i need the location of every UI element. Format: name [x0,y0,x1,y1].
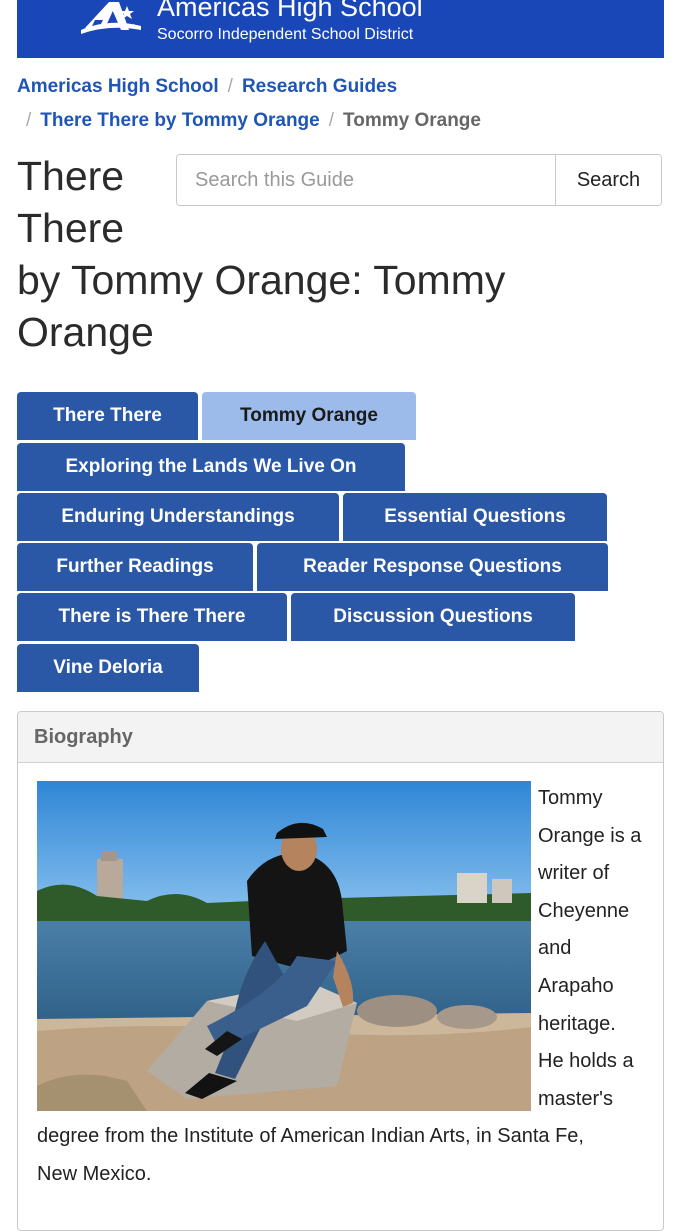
bio-line: Arapaho [538,974,614,997]
tab-there-is-there-there[interactable]: There is There There [17,593,287,641]
breadcrumb-separator: / [227,76,233,97]
bio-text-right: Tommy Orange is a writer of Cheyenne and… [531,780,656,1118]
tab-essential-questions[interactable]: Essential Questions [343,493,607,541]
bio-line: writer of [538,862,610,885]
tab-reader-response-questions[interactable]: Reader Response Questions [257,543,608,591]
search-button[interactable]: Search [555,155,661,205]
breadcrumb-link-school[interactable]: Americas High School [17,76,219,97]
breadcrumb-link-guide[interactable]: There There by Tommy Orange [40,110,319,131]
bio-line: master's [538,1087,613,1110]
site-banner: Americas High School Socorro Independent… [17,0,664,58]
tab-discussion-questions[interactable]: Discussion Questions [291,593,575,641]
biography-panel: Biography Tommy Orange is a writer of Ch… [17,711,664,1231]
bio-line: Tommy [538,787,603,809]
bio-line: degree from the Institute of American In… [37,1125,584,1147]
tab-vine-deloria[interactable]: Vine Deloria [17,644,199,692]
breadcrumb-link-research-guides[interactable]: Research Guides [242,76,397,97]
tab-tommy-orange[interactable]: Tommy Orange [202,392,416,440]
search-input[interactable] [177,155,555,205]
bio-line: Cheyenne [538,899,630,922]
bio-line: Orange is a [538,824,642,847]
breadcrumb-separator: / [26,110,32,131]
tab-further-readings[interactable]: Further Readings [17,543,253,591]
district-name: Socorro Independent School District [157,26,414,43]
author-photo [37,781,531,1111]
bio-text-bottom: degree from the Institute of American In… [37,1118,647,1193]
tab-there-there[interactable]: There There [17,392,198,440]
tab-enduring-understandings[interactable]: Enduring Understandings [17,493,339,541]
bio-line: and [538,937,572,960]
breadcrumb-current: Tommy Orange [343,110,481,131]
bio-line: New Mexico. [37,1162,152,1185]
tab-exploring-the-lands[interactable]: Exploring the Lands We Live On [17,443,405,491]
biography-heading: Biography [18,712,663,763]
school-name[interactable]: Americas High School [157,0,423,23]
page-title-line-1: There There [17,153,125,251]
breadcrumb: Americas High School / Research Guides / Th… [17,70,677,138]
breadcrumb-separator: / [328,110,335,131]
page-title-line-2: by Tommy Orange: Tommy Orange [17,257,506,355]
school-logo-icon[interactable] [79,0,143,40]
guide-search: Search [176,154,662,206]
bio-line: He holds a [538,1050,634,1073]
bio-line: heritage. [538,1012,616,1035]
